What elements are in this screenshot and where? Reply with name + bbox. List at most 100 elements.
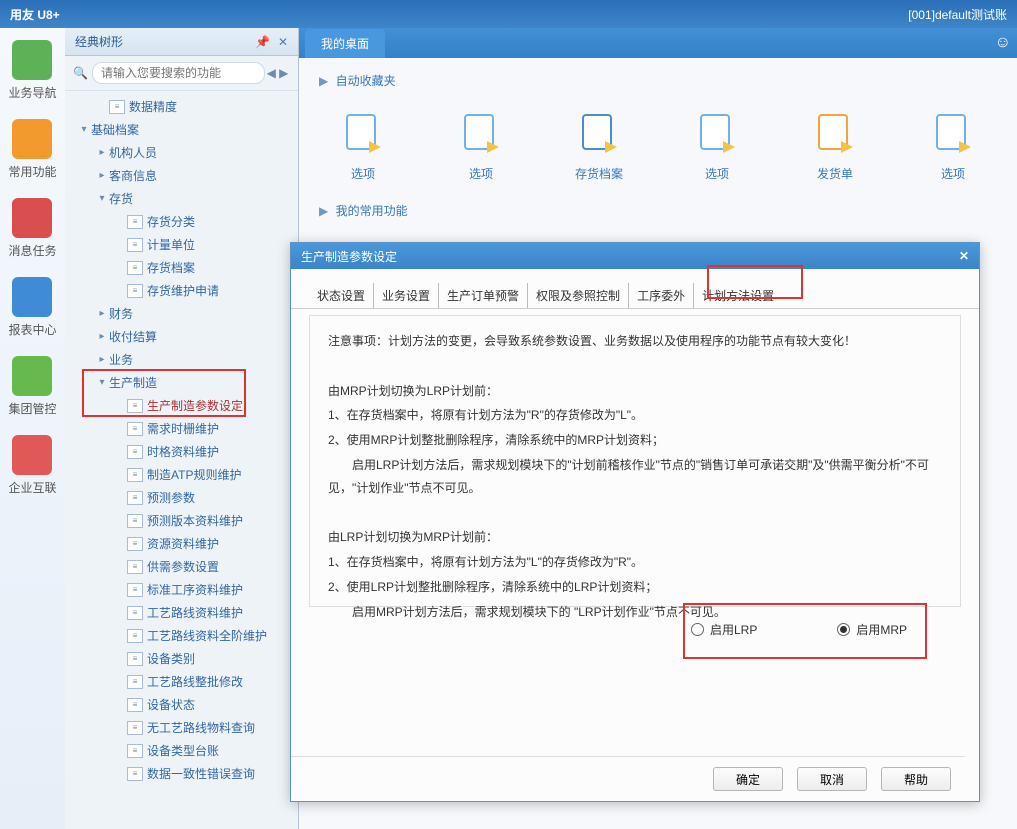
tree-label: 数据精度 <box>129 98 177 115</box>
tree-node[interactable]: ≡工艺路线资料全阶维护 <box>69 624 298 647</box>
tree-node[interactable]: ≡存货分类 <box>69 210 298 233</box>
sec2-title: 由LRP计划切换为MRP计划前： <box>328 526 942 549</box>
dialog-tab[interactable]: 权限及参照控制 <box>528 283 629 308</box>
tree-node[interactable]: ≡计量单位 <box>69 233 298 256</box>
tree-node[interactable]: ≡设备状态 <box>69 693 298 716</box>
tree-node[interactable]: ≡工艺路线整批修改 <box>69 670 298 693</box>
search-icon: 🔍 <box>73 66 88 80</box>
tree-node[interactable]: ≡标准工序资料维护 <box>69 578 298 601</box>
leftbar-item[interactable]: 常用功能 <box>8 119 56 180</box>
common-label: 我的常用功能 <box>336 204 408 218</box>
shortcut-item[interactable]: 发货单 <box>811 109 859 182</box>
tab-desktop[interactable]: 我的桌面 <box>305 29 385 58</box>
ok-button[interactable]: 确定 <box>713 767 783 791</box>
tree-label: 收付结算 <box>109 328 157 345</box>
leftbar-item[interactable]: 报表中心 <box>8 277 56 338</box>
tree-node[interactable]: ▾存货 <box>69 187 298 210</box>
leftbar-icon <box>12 435 52 475</box>
radio-mrp-label: 启用MRP <box>856 621 907 638</box>
doc-icon: ≡ <box>127 491 143 505</box>
tree-node[interactable]: ≡资源资料维护 <box>69 532 298 555</box>
tree-node[interactable]: ≡制造ATP规则维护 <box>69 463 298 486</box>
tree-node[interactable]: ≡设备类型台账 <box>69 739 298 762</box>
tree-node[interactable]: ▸业务 <box>69 348 298 371</box>
leftbar-item[interactable]: 集团管控 <box>8 356 56 417</box>
search-prev-icon[interactable]: ◀ <box>265 66 278 80</box>
leftbar-icon <box>12 277 52 317</box>
tree-node[interactable]: ≡ 需求时栅维护 <box>69 417 298 440</box>
chevron-icon: ▸ <box>95 147 109 158</box>
tree-label: 需求时栅维护 <box>147 420 219 437</box>
sec2-l2: 2、使用LRP计划整批删除程序，清除系统中的LRP计划资料； <box>328 576 942 599</box>
dialog-tab[interactable]: 业务设置 <box>374 283 439 308</box>
tree-node[interactable]: ▸收付结算 <box>69 325 298 348</box>
close-icon[interactable]: ✕ <box>278 35 288 49</box>
tree-node[interactable]: ≡设备类别 <box>69 647 298 670</box>
highlight-box <box>707 265 803 299</box>
tree-node[interactable]: ≡存货维护申请 <box>69 279 298 302</box>
search-input[interactable] <box>92 62 265 84</box>
tree-node[interactable]: ▸机构人员 <box>69 141 298 164</box>
tree-node[interactable]: ≡预测版本资料维护 <box>69 509 298 532</box>
dialog-tab[interactable]: 状态设置 <box>309 283 374 308</box>
titlebar: 用友 U8+ [001]default测试账 <box>0 0 1017 28</box>
shortcut-label: 选项 <box>941 165 965 182</box>
pin-icon[interactable]: 📌 <box>255 35 270 49</box>
shortcut-item[interactable]: 选项 <box>929 109 977 182</box>
shortcut-icon <box>929 109 977 157</box>
fav-section[interactable]: ▶ 自动收藏夹 <box>319 72 997 89</box>
leftbar-item[interactable]: 消息任务 <box>8 198 56 259</box>
tree-node[interactable]: ≡ 预测参数 <box>69 486 298 509</box>
shortcut-item[interactable]: 存货档案 <box>575 109 623 182</box>
dialog-body: 注意事项：计划方法的变更，会导致系统参数设置、业务数据以及使用程序的功能节点有较… <box>309 315 961 607</box>
shortcut-item[interactable]: 选项 <box>693 109 741 182</box>
tree-label: 标准工序资料维护 <box>147 581 243 598</box>
leftbar-icon <box>12 40 52 80</box>
shortcut-icon <box>811 109 859 157</box>
tree-node[interactable]: ▾基础档案 <box>69 118 298 141</box>
smile-icon[interactable]: ☺ <box>995 34 1011 52</box>
tree-label: 预测参数 <box>147 489 195 506</box>
dialog-buttons: 确定 取消 帮助 <box>291 756 965 791</box>
leftbar-item[interactable]: 业务导航 <box>8 40 56 101</box>
search-next-icon[interactable]: ▶ <box>277 66 290 80</box>
dialog-titlebar: 生产制造参数设定 ✕ <box>291 243 979 269</box>
dialog-tab[interactable]: 工序委外 <box>629 283 694 308</box>
tree-node[interactable]: ≡供需参数设置 <box>69 555 298 578</box>
tree-node[interactable]: ▸客商信息 <box>69 164 298 187</box>
shortcut-label: 存货档案 <box>575 165 623 182</box>
leftbar-item[interactable]: 企业互联 <box>8 435 56 496</box>
common-section[interactable]: ▶ 我的常用功能 <box>319 202 997 219</box>
shortcut-item[interactable]: 选项 <box>457 109 505 182</box>
radio-lrp[interactable]: 启用LRP <box>691 621 757 638</box>
tree-label: 设备状态 <box>147 696 195 713</box>
dialog-tab[interactable]: 生产订单预警 <box>439 283 528 308</box>
radio-mrp[interactable]: 启用MRP <box>837 621 907 638</box>
dialog-close-icon[interactable]: ✕ <box>959 249 969 263</box>
leftbar-label: 业务导航 <box>8 84 56 101</box>
tree-node[interactable]: ≡数据精度 <box>69 95 298 118</box>
doc-icon: ≡ <box>127 445 143 459</box>
product-name: 用友 U8+ <box>10 6 60 23</box>
radio-icon <box>837 623 850 636</box>
shortcut-item[interactable]: 选项 <box>339 109 387 182</box>
tree-node[interactable]: ≡存货档案 <box>69 256 298 279</box>
tree-node[interactable]: ≡无工艺路线物料查询 <box>69 716 298 739</box>
tree-node[interactable]: ▸财务 <box>69 302 298 325</box>
tree-label: 财务 <box>109 305 133 322</box>
tree-label: 设备类型台账 <box>147 742 219 759</box>
cancel-button[interactable]: 取消 <box>797 767 867 791</box>
sec1-l1: 1、在存货档案中，将原有计划方法为"R"的存货修改为"L"。 <box>328 404 942 427</box>
doc-icon: ≡ <box>127 422 143 436</box>
side-panel-title: 经典树形 <box>75 33 123 50</box>
nav-tree: ≡数据精度▾基础档案▸机构人员▸客商信息▾存货≡存货分类≡计量单位≡存货档案≡存… <box>65 91 298 829</box>
help-button[interactable]: 帮助 <box>881 767 951 791</box>
tree-node[interactable]: ≡数据一致性错误查询 <box>69 762 298 785</box>
tree-label: 存货维护申请 <box>147 282 219 299</box>
tree-node[interactable]: ≡时格资料维护 <box>69 440 298 463</box>
doc-icon: ≡ <box>127 215 143 229</box>
sec1-title: 由MRP计划切换为LRP计划前： <box>328 380 942 403</box>
side-panel: 经典树形 📌 ✕ 🔍 ◀ ▶ ≡数据精度▾基础档案▸机构人员▸客商信息▾存货≡存… <box>65 28 299 829</box>
doc-icon: ≡ <box>127 652 143 666</box>
tree-node[interactable]: ≡工艺路线资料维护 <box>69 601 298 624</box>
